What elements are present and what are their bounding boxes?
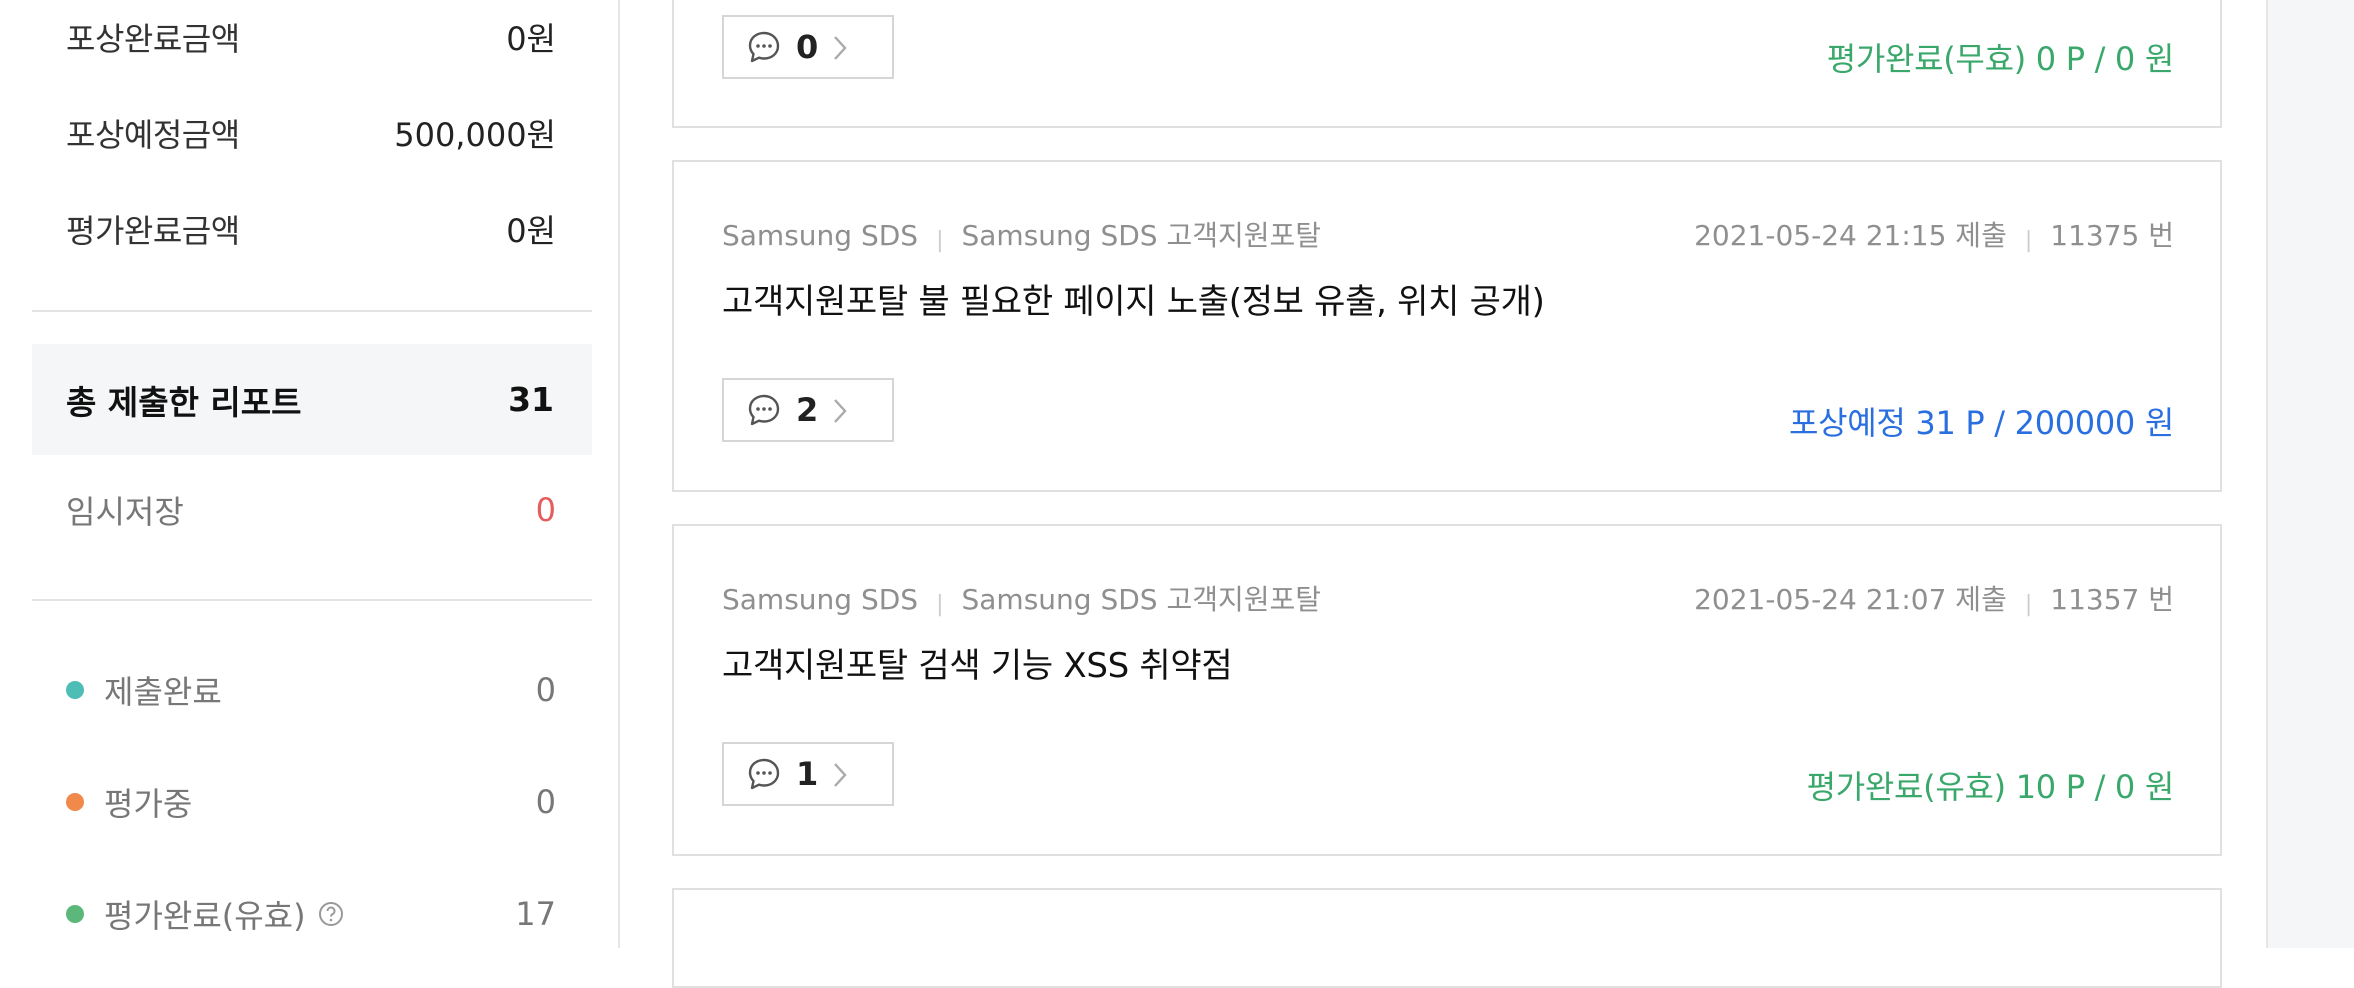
- status-submitted-count: 0: [535, 671, 556, 709]
- report-title[interactable]: 고객지원포탈 불 필요한 페이지 노출(정보 유출, 위치 공개): [722, 274, 1545, 323]
- comment-button[interactable]: 0: [722, 15, 894, 79]
- report-company: Samsung SDS: [722, 219, 919, 252]
- report-card[interactable]: Samsung SDS | Samsung SDS 고객지원포탈 2021-05-2…: [672, 524, 2222, 856]
- right-gutter: [2266, 0, 2354, 948]
- report-meta: Samsung SDS | Samsung SDS 고객지원포탈 2021-05-2…: [722, 219, 2174, 253]
- report-number: 11357 번: [2050, 583, 2174, 616]
- reward-complete-value: 0원: [506, 20, 556, 58]
- sidebar-divider: [32, 599, 592, 601]
- reward-expected-label: 포상예정금액: [66, 116, 240, 154]
- report-service: Samsung SDS 고객지원포탈: [961, 583, 1322, 616]
- eval-complete-amount-row: 평가완료금액 0원: [66, 206, 556, 252]
- report-submitted-date: 2021-05-24 21:07 제출: [1694, 583, 2007, 616]
- report-company: Samsung SDS: [722, 583, 919, 616]
- status-valid-row[interactable]: 평가완료(유효) 17: [66, 891, 556, 937]
- comment-bubble-icon: [748, 31, 780, 63]
- status-valid-label: 평가완료(유효): [104, 897, 306, 935]
- total-reports-row[interactable]: 총 제출한 리포트 31: [32, 344, 592, 455]
- reward-complete-row: 포상완료금액 0원: [66, 14, 556, 60]
- status-evaluating-label: 평가중: [104, 785, 193, 823]
- status-submitted-row[interactable]: 제출완료 0: [66, 667, 556, 713]
- comment-count: 2: [796, 391, 819, 429]
- chevron-right-icon: [834, 36, 847, 60]
- status-evaluating-count: 0: [535, 783, 556, 821]
- report-number: 11375 번: [2050, 219, 2174, 252]
- status-dot: [66, 793, 84, 811]
- chevron-right-icon: [834, 399, 847, 423]
- report-meta: Samsung SDS | Samsung SDS 고객지원포탈 2021-05-2…: [722, 583, 2174, 617]
- eval-complete-amount-label: 평가완료금액: [66, 212, 240, 250]
- report-card[interactable]: 0 평가완료(무효) 0 P / 0 원: [672, 0, 2222, 128]
- temp-saved-row[interactable]: 임시저장 0: [66, 487, 556, 533]
- eval-complete-amount-value: 0원: [506, 212, 556, 250]
- comment-bubble-icon: [748, 758, 780, 790]
- chevron-right-icon: [834, 763, 847, 787]
- temp-saved-label: 임시저장: [66, 493, 184, 531]
- reward-complete-label: 포상완료금액: [66, 20, 240, 58]
- report-summary-sidebar: 포상완료금액 0원 포상예정금액 500,000원 평가완료금액 0원 총 제출…: [0, 0, 620, 948]
- reward-expected-row: 포상예정금액 500,000원: [66, 110, 556, 156]
- reward-expected-value: 500,000원: [394, 116, 556, 154]
- status-valid-count: 17: [515, 895, 556, 933]
- status-submitted-label: 제출완료: [104, 673, 222, 711]
- report-submitted-date: 2021-05-24 21:15 제출: [1694, 219, 2007, 252]
- help-circle-icon[interactable]: [318, 901, 344, 927]
- report-title[interactable]: 고객지원포탈 검색 기능 XSS 취약점: [722, 638, 1233, 687]
- report-status: 포상예정 31 P / 200000 원: [1788, 404, 2174, 442]
- report-status: 평가완료(유효) 10 P / 0 원: [1806, 768, 2175, 806]
- report-status: 평가완료(무효) 0 P / 0 원: [1826, 40, 2175, 78]
- comment-count: 1: [796, 755, 819, 793]
- comment-bubble-icon: [748, 394, 780, 426]
- comment-button[interactable]: 1: [722, 742, 894, 806]
- status-evaluating-row[interactable]: 평가중 0: [66, 779, 556, 825]
- report-card[interactable]: [672, 888, 2222, 988]
- temp-saved-count: 0: [535, 491, 556, 529]
- comment-count: 0: [796, 28, 819, 66]
- comment-button[interactable]: 2: [722, 378, 894, 442]
- total-reports-label: 총 제출한 리포트: [66, 382, 302, 422]
- report-card[interactable]: Samsung SDS | Samsung SDS 고객지원포탈 2021-05-2…: [672, 160, 2222, 492]
- status-dot: [66, 681, 84, 699]
- report-service: Samsung SDS 고객지원포탈: [961, 219, 1322, 252]
- status-dot: [66, 905, 84, 923]
- total-reports-count: 31: [508, 380, 554, 419]
- sidebar-divider: [32, 310, 592, 312]
